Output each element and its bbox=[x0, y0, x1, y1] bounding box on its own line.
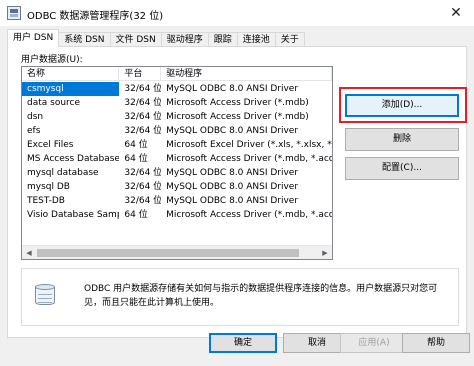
column-header-driver[interactable]: 驱动程序 bbox=[161, 67, 332, 81]
list-item[interactable]: MS Access Database 64 位 Microsoft Access… bbox=[22, 152, 332, 166]
user-dsn-list[interactable]: 名称 平台 驱动程序 csmysql 32/64 位 MySQL ODBC 8.… bbox=[21, 66, 333, 260]
list-header: 名称 平台 驱动程序 bbox=[22, 67, 332, 81]
dsn-platform: 32/64 位 bbox=[124, 84, 162, 94]
dsn-name: Excel Files bbox=[27, 140, 74, 150]
dsn-name: MS Access Database bbox=[27, 154, 120, 164]
dsn-driver: Microsoft Access Driver (*.mdb, *.accdb) bbox=[166, 154, 332, 164]
tab-drivers[interactable]: 驱动程序 bbox=[160, 32, 209, 47]
dsn-driver: Microsoft Access Driver (*.mdb) bbox=[166, 98, 309, 108]
list-rows: csmysql 32/64 位 MySQL ODBC 8.0 ANSI Driv… bbox=[22, 82, 332, 222]
dsn-name: efs bbox=[27, 126, 41, 136]
dsn-platform: 32/64 位 bbox=[124, 112, 162, 122]
list-item[interactable]: dsn 32/64 位 Microsoft Access Driver (*.m… bbox=[22, 110, 332, 124]
dsn-name: dsn bbox=[27, 112, 44, 122]
dsn-driver: Microsoft Excel Driver (*.xls, *.xlsx, *… bbox=[166, 140, 332, 150]
dsn-platform: 32/64 位 bbox=[124, 168, 162, 178]
close-icon[interactable]: ✕ bbox=[446, 4, 466, 22]
delete-button[interactable]: 删除 bbox=[345, 128, 459, 151]
dsn-platform: 32/64 位 bbox=[124, 126, 162, 136]
column-header-platform[interactable]: 平台 bbox=[119, 67, 162, 81]
dsn-platform: 64 位 bbox=[124, 154, 148, 164]
add-button[interactable]: 添加(D)... bbox=[345, 94, 459, 117]
dsn-platform: 64 位 bbox=[124, 210, 148, 220]
info-group: ODBC 用户数据源存储有关如何与指示的数据提供程序连接的信息。用户数据源只对您… bbox=[21, 268, 459, 326]
dsn-platform: 32/64 位 bbox=[124, 196, 162, 206]
dsn-driver: Microsoft Access Driver (*.mdb, *.accdb) bbox=[166, 210, 332, 220]
scrollbar-thumb[interactable] bbox=[37, 249, 299, 257]
list-item[interactable]: mysql database 32/64 位 MySQL ODBC 8.0 AN… bbox=[22, 166, 332, 180]
list-item[interactable]: Visio Database Samples 64 位 Microsoft Ac… bbox=[22, 208, 332, 222]
tab-connection-pooling[interactable]: 连接池 bbox=[236, 32, 276, 47]
ok-button[interactable]: 确定 bbox=[209, 333, 277, 353]
user-dsn-panel: 用户数据源(U): 名称 平台 驱动程序 csmysql 32/64 位 MyS… bbox=[7, 46, 467, 338]
configure-button[interactable]: 配置(C)... bbox=[345, 157, 459, 180]
database-icon bbox=[34, 284, 56, 308]
dsn-name: Visio Database Samples bbox=[27, 210, 119, 220]
tab-strip: 用户 DSN 系统 DSN 文件 DSN 驱动程序 跟踪 连接池 关于 bbox=[7, 29, 305, 47]
dsn-platform: 32/64 位 bbox=[124, 182, 162, 192]
dsn-driver: MySQL ODBC 8.0 ANSI Driver bbox=[166, 84, 299, 94]
dsn-driver: MySQL ODBC 8.0 ANSI Driver bbox=[166, 126, 299, 136]
dsn-name: csmysql bbox=[22, 82, 120, 96]
dsn-driver: MySQL ODBC 8.0 ANSI Driver bbox=[166, 182, 299, 192]
list-item[interactable]: Excel Files 64 位 Microsoft Excel Driver … bbox=[22, 138, 332, 152]
odbc-app-icon bbox=[7, 6, 21, 20]
list-item[interactable]: TEST-DB 32/64 位 MySQL ODBC 8.0 ANSI Driv… bbox=[22, 194, 332, 208]
dsn-driver: MySQL ODBC 8.0 ANSI Driver bbox=[166, 168, 299, 178]
scroll-right-icon[interactable]: ▶ bbox=[318, 246, 332, 259]
dsn-driver: MySQL ODBC 8.0 ANSI Driver bbox=[166, 196, 299, 206]
dsn-platform: 64 位 bbox=[124, 140, 148, 150]
list-item[interactable]: data source 32/64 位 Microsoft Access Dri… bbox=[22, 96, 332, 110]
horizontal-scrollbar[interactable]: ◀ ▶ bbox=[22, 245, 332, 259]
dialog-body: 用户 DSN 系统 DSN 文件 DSN 驱动程序 跟踪 连接池 关于 用户数据… bbox=[0, 26, 474, 366]
dsn-driver: Microsoft Access Driver (*.mdb) bbox=[166, 112, 309, 122]
list-item[interactable]: mysql DB 32/64 位 MySQL ODBC 8.0 ANSI Dri… bbox=[22, 180, 332, 194]
tab-file-dsn[interactable]: 文件 DSN bbox=[109, 32, 162, 47]
window-title: ODBC 数据源管理程序(32 位) bbox=[27, 11, 164, 22]
dsn-name: data source bbox=[27, 98, 81, 108]
scroll-left-icon[interactable]: ◀ bbox=[22, 246, 36, 259]
list-item[interactable]: csmysql 32/64 位 MySQL ODBC 8.0 ANSI Driv… bbox=[22, 82, 332, 96]
tab-about[interactable]: 关于 bbox=[274, 32, 305, 47]
apply-button[interactable]: 应用(A) bbox=[340, 333, 408, 353]
dsn-name: mysql database bbox=[27, 168, 99, 178]
column-header-name[interactable]: 名称 bbox=[22, 67, 120, 81]
tab-tracing[interactable]: 跟踪 bbox=[207, 32, 238, 47]
help-button[interactable]: 帮助 bbox=[402, 333, 470, 353]
dsn-name: mysql DB bbox=[27, 182, 70, 192]
title-bar: ODBC 数据源管理程序(32 位) ✕ bbox=[0, 0, 474, 26]
user-dsn-list-label: 用户数据源(U): bbox=[21, 55, 83, 65]
dsn-platform: 32/64 位 bbox=[124, 98, 162, 108]
list-item[interactable]: efs 32/64 位 MySQL ODBC 8.0 ANSI Driver bbox=[22, 124, 332, 138]
dsn-name: TEST-DB bbox=[27, 196, 65, 206]
tab-user-dsn[interactable]: 用户 DSN bbox=[7, 29, 60, 47]
info-description: ODBC 用户数据源存储有关如何与指示的数据提供程序连接的信息。用户数据源只对您… bbox=[84, 284, 438, 308]
tab-system-dsn[interactable]: 系统 DSN bbox=[58, 32, 111, 47]
